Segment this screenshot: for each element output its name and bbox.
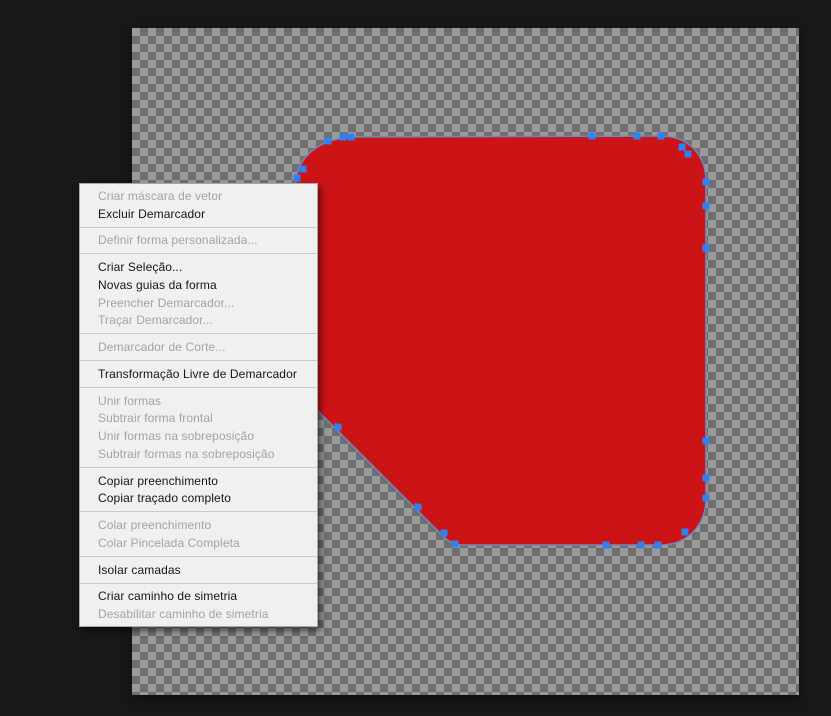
context-menu-item: Traçar Demarcador... bbox=[98, 313, 213, 328]
menu-separator bbox=[80, 333, 317, 335]
context-menu-item: Definir forma personalizada... bbox=[98, 233, 258, 248]
context-menu-item[interactable]: Transformação Livre de Demarcador bbox=[80, 365, 317, 383]
context-menu-item: Subtrair forma frontal bbox=[98, 411, 213, 426]
menu-separator bbox=[80, 386, 317, 388]
menu-separator bbox=[80, 360, 317, 361]
context-menu-item: Unir formas bbox=[98, 393, 162, 408]
menu-separator bbox=[80, 511, 317, 513]
context-menu-item: Colar preenchimento bbox=[98, 518, 212, 533]
context-menu-item: Unir formas na sobreposição bbox=[98, 429, 255, 444]
menu-separator bbox=[80, 582, 317, 584]
context-menu: Criar máscara de vetor Excluir Demarcador… bbox=[79, 183, 318, 627]
context-menu-item: Criar máscara de vetor bbox=[98, 188, 223, 203]
context-menu-item[interactable]: Novas guias da forma bbox=[80, 276, 317, 294]
context-menu-item: Desabilitar caminho de simetria bbox=[98, 607, 269, 622]
context-menu-item: Subtrair formas na sobreposição bbox=[98, 446, 275, 461]
context-menu-item[interactable]: Excluir Demarcador bbox=[80, 205, 317, 223]
context-menu-item: Preencher Demarcador... bbox=[98, 295, 235, 310]
context-menu-item[interactable]: Criar Seleção... bbox=[80, 258, 317, 276]
menu-separator bbox=[80, 555, 317, 557]
context-menu-item[interactable]: Isolar camadas bbox=[80, 561, 317, 579]
context-menu-item: Demarcador de Corte... bbox=[98, 340, 226, 355]
menu-separator bbox=[80, 466, 317, 468]
context-menu-item[interactable]: Copiar preenchimento bbox=[80, 472, 317, 490]
context-menu-item: Colar Pincelada Completa bbox=[98, 535, 240, 550]
context-menu-item[interactable]: Copiar traçado completo bbox=[80, 490, 317, 508]
menu-separator bbox=[80, 226, 317, 228]
context-menu-item[interactable]: Criar caminho de simetria bbox=[80, 588, 317, 606]
menu-separator bbox=[80, 253, 317, 255]
